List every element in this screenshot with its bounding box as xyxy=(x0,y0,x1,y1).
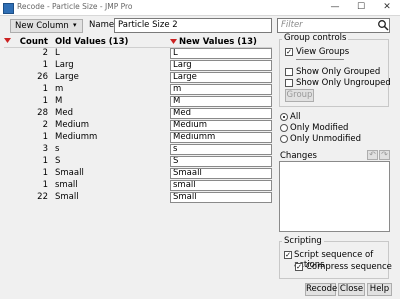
row-new-value-input[interactable]: Med xyxy=(170,108,272,119)
group-button[interactable]: Group xyxy=(285,89,314,102)
all-radio-label: All xyxy=(290,112,301,122)
only-unmodified-radio[interactable] xyxy=(280,135,288,143)
title-bar: Recode - Particle Size - JMP Pro — ☐ ✕ xyxy=(0,0,400,16)
row-count: 1 xyxy=(42,156,48,166)
row-old-value: Large xyxy=(55,72,79,82)
row-old-value: Larg xyxy=(55,60,74,70)
row-new-value-input[interactable]: Large xyxy=(170,72,272,83)
view-groups-checkbox[interactable]: ✓ xyxy=(285,48,293,56)
row-new-value-input[interactable]: Mediumm xyxy=(170,132,272,143)
row-count: 1 xyxy=(42,132,48,142)
group-controls-legend: Group controls xyxy=(282,33,349,43)
changes-label: Changes xyxy=(280,151,317,161)
show-only-ungrouped-checkbox[interactable] xyxy=(285,79,293,87)
row-old-value: Med xyxy=(55,108,73,118)
undo-icon[interactable]: ↶ xyxy=(367,150,378,160)
scripting-legend: Scripting xyxy=(282,236,324,246)
new-column-dropdown[interactable]: New Column ▾ xyxy=(10,19,83,33)
old-values-header: Old Values (13) xyxy=(55,37,129,47)
search-icon[interactable] xyxy=(377,19,389,31)
row-count: 1 xyxy=(42,60,48,70)
row-new-value-input[interactable]: s xyxy=(170,144,272,155)
jmp-app-icon xyxy=(3,3,14,14)
row-count: 3 xyxy=(42,144,48,154)
row-old-value: Medium xyxy=(55,120,89,130)
row-new-value-input[interactable]: Small xyxy=(170,192,272,203)
row-old-value: M xyxy=(55,96,63,106)
count-header: Count xyxy=(19,37,48,47)
row-count: 1 xyxy=(42,168,48,178)
row-new-value-input[interactable]: M xyxy=(170,96,272,107)
row-new-value-input[interactable]: Medium xyxy=(170,120,272,131)
only-modified-radio[interactable] xyxy=(280,124,288,132)
show-only-grouped-checkbox[interactable] xyxy=(285,68,293,76)
redo-icon[interactable]: ↷ xyxy=(379,150,390,160)
filter-input[interactable]: Filter xyxy=(277,18,390,33)
row-old-value: Small xyxy=(55,192,79,202)
changes-list[interactable] xyxy=(279,161,390,232)
compress-sequence-label: Compress sequence xyxy=(306,262,392,272)
row-count: 26 xyxy=(37,72,48,82)
window-title: Recode - Particle Size - JMP Pro xyxy=(17,2,133,11)
maximize-button[interactable]: ☐ xyxy=(348,0,374,15)
row-old-value: Smaall xyxy=(55,168,84,178)
row-old-value: small xyxy=(55,180,78,190)
name-label: Name: xyxy=(89,20,117,30)
close-window-button[interactable]: ✕ xyxy=(374,0,400,15)
new-values-header: New Values (13) xyxy=(179,37,257,47)
row-old-value: s xyxy=(55,144,60,154)
row-count: 1 xyxy=(42,84,48,94)
row-new-value-input[interactable]: small xyxy=(170,180,272,191)
show-only-grouped-label: Show Only Grouped xyxy=(296,67,381,77)
minimize-button[interactable]: — xyxy=(322,0,348,15)
only-unmodified-label: Only Unmodified xyxy=(290,134,361,144)
row-old-value: L xyxy=(55,48,60,58)
row-new-value-input[interactable]: m xyxy=(170,84,272,95)
recode-button[interactable]: Recode xyxy=(305,283,337,296)
row-old-value: m xyxy=(55,84,64,94)
show-only-ungrouped-label: Show Only Ungrouped xyxy=(296,78,391,88)
row-count: 22 xyxy=(37,192,48,202)
row-new-value-input[interactable]: Smaall xyxy=(170,168,272,179)
name-input[interactable]: Particle Size 2 xyxy=(114,18,272,33)
separator-line xyxy=(296,59,344,60)
row-count: 1 xyxy=(42,96,48,106)
help-button[interactable]: Help xyxy=(367,283,392,296)
row-new-value-input[interactable]: L xyxy=(170,48,272,59)
red-triangle-menu-icon[interactable] xyxy=(170,38,177,45)
all-radio[interactable] xyxy=(280,113,288,121)
row-count: 28 xyxy=(37,108,48,118)
row-old-value: S xyxy=(55,156,61,166)
row-count: 1 xyxy=(42,180,48,190)
close-button[interactable]: Close xyxy=(338,283,365,296)
compress-sequence-checkbox[interactable]: ✓ xyxy=(295,263,303,271)
row-count: 2 xyxy=(42,48,48,58)
chevron-down-icon: ▾ xyxy=(73,21,77,29)
view-groups-label: View Groups xyxy=(296,47,350,57)
row-new-value-input[interactable]: S xyxy=(170,156,272,167)
only-modified-label: Only Modified xyxy=(290,123,349,133)
new-column-label: New Column xyxy=(15,21,69,31)
row-new-value-input[interactable]: Larg xyxy=(170,60,272,71)
script-sequence-checkbox[interactable]: ✓ xyxy=(284,251,292,259)
row-count: 2 xyxy=(42,120,48,130)
row-old-value: Mediumm xyxy=(55,132,98,142)
red-triangle-menu-icon[interactable] xyxy=(4,37,11,44)
